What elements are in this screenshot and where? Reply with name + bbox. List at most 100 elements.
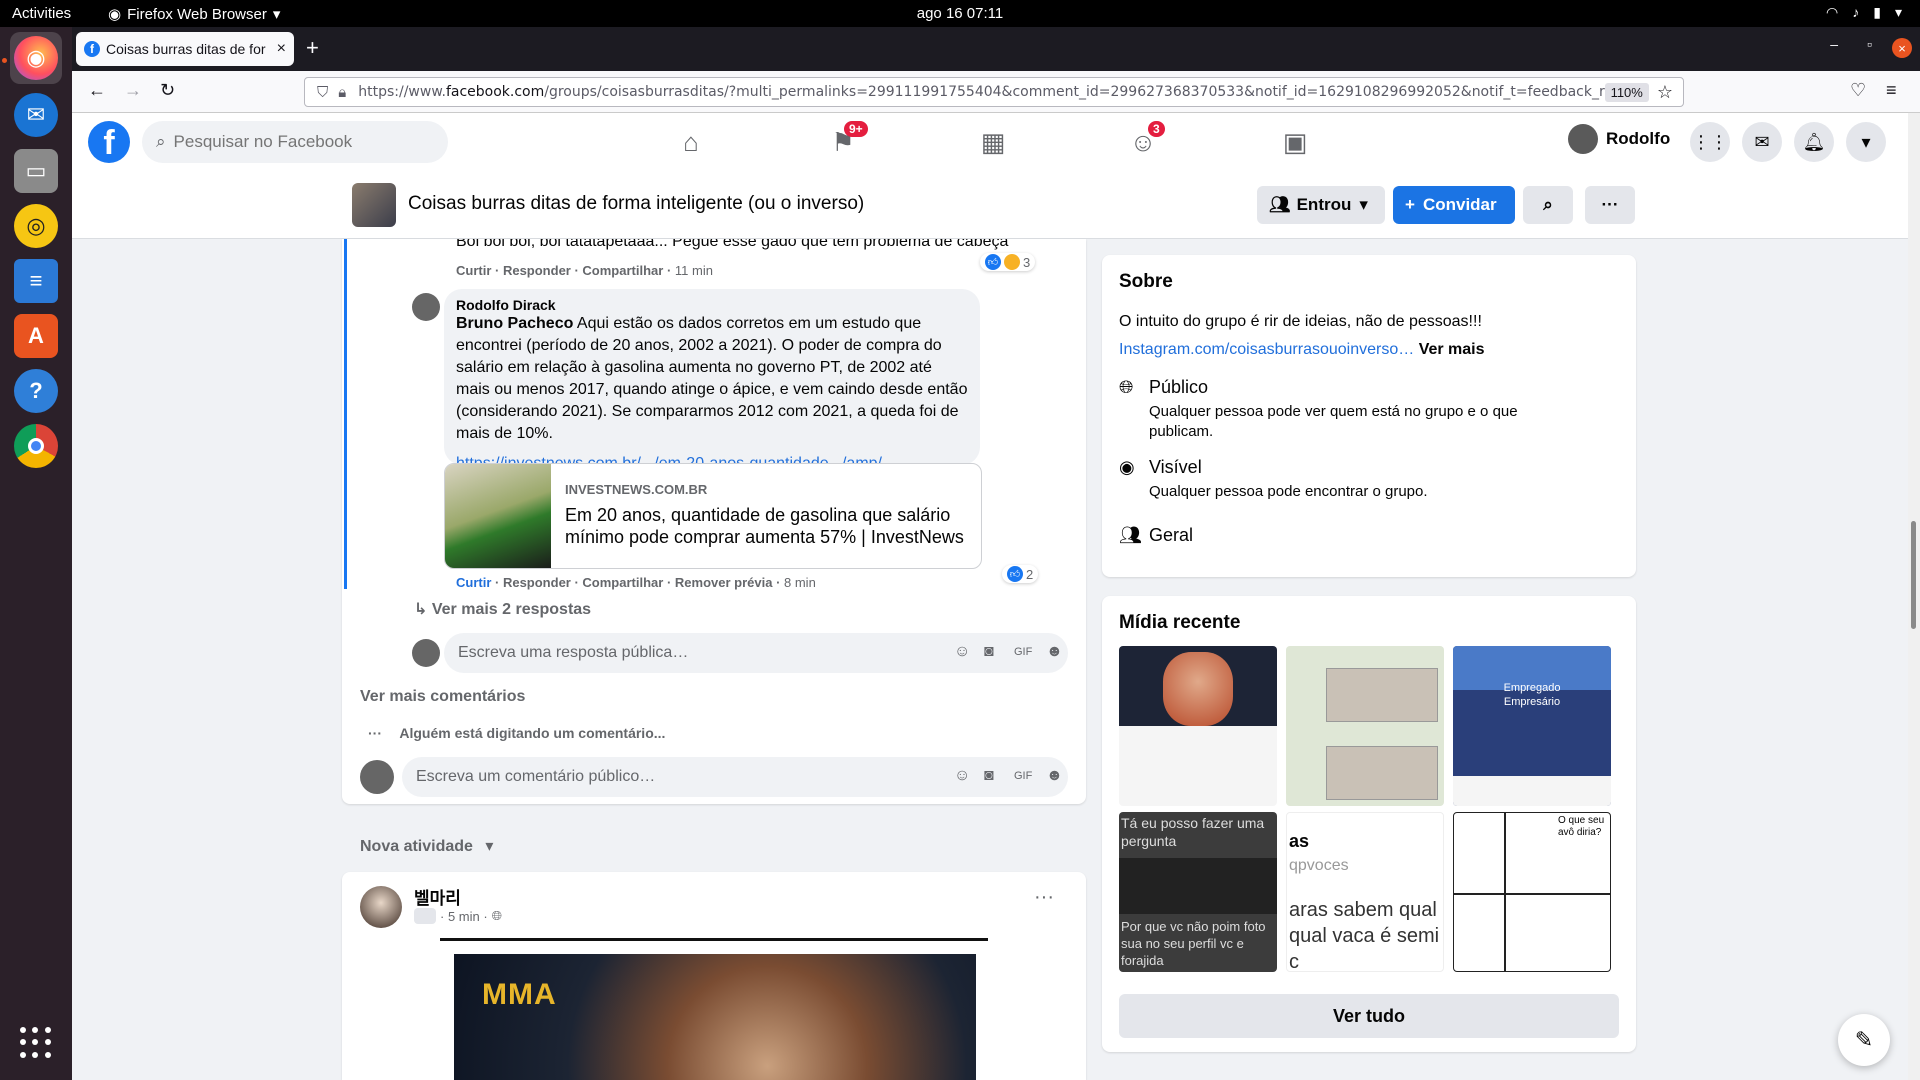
- dock-help[interactable]: ?: [10, 365, 62, 417]
- reload-icon[interactable]: ↻: [160, 80, 175, 101]
- maximize-icon[interactable]: ▫: [1867, 36, 1872, 52]
- post-more-icon[interactable]: ···: [1034, 886, 1054, 909]
- reply-link[interactable]: Responder: [503, 263, 571, 278]
- forward-icon[interactable]: →: [124, 80, 142, 101]
- dock-software[interactable]: A: [10, 310, 62, 362]
- camera-icon[interactable]: ◙: [984, 643, 994, 661]
- share-link[interactable]: Compartilhar: [582, 263, 663, 278]
- groups-icon[interactable]: ☺ 3: [1126, 121, 1165, 159]
- dock: ◉ ✉ ▭ ◎ ≡ A ?: [0, 27, 72, 1080]
- hamburger-menu-icon[interactable]: ≡: [1886, 80, 1897, 101]
- media-thumbnail[interactable]: Tá eu posso fazer uma pergunta Por que v…: [1119, 812, 1277, 972]
- system-tray[interactable]: ◠ ♪ ▮ ▾: [1826, 4, 1902, 21]
- gif-icon[interactable]: GIF: [1014, 646, 1032, 658]
- see-all-button[interactable]: Ver tudo: [1119, 994, 1619, 1038]
- post-author[interactable]: 벨마리: [414, 884, 461, 909]
- joined-button[interactable]: 👥︎ Entrou ▾: [1257, 186, 1385, 224]
- dock-writer[interactable]: ≡: [10, 255, 62, 307]
- app-menu-label: Firefox Web Browser: [127, 5, 267, 23]
- dock-chrome[interactable]: [10, 420, 62, 472]
- more-comments-link[interactable]: Ver mais comentários: [360, 688, 525, 706]
- close-tab-icon[interactable]: ×: [277, 40, 286, 58]
- scrollbar-thumb[interactable]: [1911, 521, 1916, 629]
- facebook-search[interactable]: ⌕: [142, 121, 448, 163]
- facebook-logo-icon[interactable]: f: [88, 121, 130, 163]
- search-input[interactable]: [173, 132, 414, 152]
- show-applications-icon[interactable]: [20, 1027, 52, 1059]
- minimize-icon[interactable]: –: [1830, 36, 1838, 52]
- lock-icon[interactable]: 🔒︎: [338, 84, 346, 101]
- avatar[interactable]: [360, 886, 402, 928]
- new-tab-button[interactable]: +: [306, 35, 319, 61]
- post-time[interactable]: · 5 min ·: [440, 909, 488, 924]
- reply-author[interactable]: Rodolfo Dirack: [456, 297, 968, 313]
- address-bar[interactable]: ⛉ 🔒︎ https://www.facebook.com/groups/coi…: [304, 77, 1684, 107]
- tracking-protection-icon[interactable]: ⛉: [317, 84, 328, 101]
- app-menu[interactable]: ◉ Firefox Web Browser ▾: [108, 5, 280, 24]
- feed-sort-dropdown[interactable]: Nova atividade ▾: [360, 836, 493, 856]
- bookmark-star-icon[interactable]: ☆: [1657, 82, 1673, 103]
- group-more-button[interactable]: ···: [1585, 186, 1635, 224]
- about-description: O intuito do grupo é rir de ideias, não …: [1119, 313, 1482, 330]
- menu-grid-icon[interactable]: ⋮⋮: [1690, 122, 1730, 162]
- comment-input[interactable]: Escreva um comentário público… ☺ ◙ GIF ☻: [402, 757, 1068, 797]
- messenger-icon[interactable]: ✉: [1742, 122, 1782, 162]
- notifications-bell-icon[interactable]: 🔔︎: [1794, 122, 1834, 162]
- back-icon[interactable]: ←: [88, 80, 106, 101]
- group-thumbnail[interactable]: [352, 183, 396, 227]
- sticker-icon[interactable]: ☻: [1046, 767, 1063, 785]
- media-thumbnail[interactable]: [1286, 646, 1444, 806]
- avatar: [360, 760, 394, 794]
- media-thumbnail[interactable]: Empregado Empresário: [1453, 646, 1611, 806]
- new-message-button[interactable]: ✎: [1838, 1014, 1890, 1066]
- window-close-icon[interactable]: ×: [1892, 38, 1912, 58]
- group-search-button[interactable]: ⌕: [1523, 186, 1573, 224]
- group-name[interactable]: Coisas burras ditas de forma inteligente…: [408, 193, 864, 215]
- avatar[interactable]: [412, 293, 440, 321]
- reply-input[interactable]: Escreva uma resposta pública… ☺ ◙ GIF ☻: [444, 633, 1068, 673]
- dock-rhythmbox[interactable]: ◎: [10, 200, 62, 252]
- media-thumbnail[interactable]: as qpvoces aras sabem qual qual vaca é s…: [1286, 812, 1444, 972]
- tab-facebook[interactable]: f Coisas burras ditas de for ×: [76, 32, 294, 66]
- like-link[interactable]: Curtir: [456, 575, 491, 590]
- groups-badge: 3: [1148, 121, 1165, 137]
- typing-indicator: ··· Alguém está digitando um comentário.…: [368, 725, 666, 741]
- chat-image: [1326, 746, 1438, 800]
- sticker-icon[interactable]: ☻: [1046, 643, 1063, 661]
- reply-link[interactable]: Responder: [503, 575, 571, 590]
- link-preview-card[interactable]: INVESTNEWS.COM.BR Em 20 anos, quantidade…: [444, 463, 982, 569]
- mention[interactable]: Bruno Pacheco: [456, 315, 573, 332]
- see-more-link[interactable]: Ver mais: [1419, 341, 1485, 358]
- home-icon[interactable]: ⌂: [674, 125, 708, 159]
- post-card: 벨마리 · 5 min · 🌐︎ ··· MMA: [342, 872, 1086, 1080]
- zoom-level[interactable]: 110%: [1604, 82, 1649, 102]
- marketplace-icon[interactable]: ▦: [976, 125, 1010, 159]
- media-thumbnail[interactable]: [1119, 646, 1277, 806]
- remove-preview-link[interactable]: Remover prévia: [675, 575, 773, 590]
- reaction-count[interactable]: 👍︎ 3: [980, 253, 1036, 271]
- invite-button[interactable]: + Convidar: [1393, 186, 1515, 224]
- share-link[interactable]: Compartilhar: [582, 575, 663, 590]
- page-scrollbar[interactable]: [1908, 113, 1920, 1080]
- instagram-link[interactable]: Instagram.com/coisasburrasouoinverso…: [1119, 341, 1414, 358]
- pocket-icon[interactable]: ♡: [1850, 80, 1866, 101]
- post-image[interactable]: MMA: [454, 954, 976, 1080]
- clock[interactable]: ago 16 07:11: [917, 5, 1003, 22]
- emoji-icon[interactable]: ☺: [954, 643, 970, 661]
- account-chevron-icon[interactable]: ▾: [1846, 122, 1886, 162]
- gif-icon[interactable]: GIF: [1014, 770, 1032, 782]
- dock-firefox[interactable]: ◉: [10, 32, 62, 84]
- emoji-icon[interactable]: ☺: [954, 767, 970, 785]
- activities-button[interactable]: Activities: [12, 5, 71, 22]
- gaming-icon[interactable]: ▣: [1278, 125, 1312, 159]
- reaction-count[interactable]: 👍︎ 2: [1002, 565, 1039, 583]
- dock-thunderbird[interactable]: ✉: [10, 89, 62, 141]
- url-text[interactable]: https://www.facebook.com/groups/coisasbu…: [358, 84, 1604, 100]
- profile-shortcut[interactable]: Rodolfo: [1568, 124, 1670, 154]
- more-replies-link[interactable]: ↳ Ver mais 2 respostas: [414, 599, 591, 619]
- dock-files[interactable]: ▭: [10, 145, 62, 197]
- media-thumbnail[interactable]: O que seu avô diria?: [1453, 812, 1611, 972]
- pages-flag-icon[interactable]: ⚑ 9+: [826, 121, 868, 159]
- camera-icon[interactable]: ◙: [984, 767, 994, 785]
- like-link[interactable]: Curtir: [456, 263, 491, 278]
